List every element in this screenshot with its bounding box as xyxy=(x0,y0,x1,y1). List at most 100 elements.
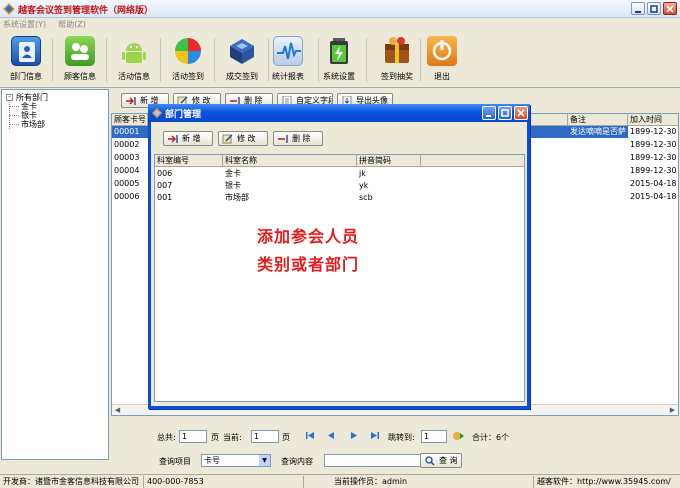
scroll-left-icon[interactable]: ◀ xyxy=(113,406,122,415)
annotation-text: 添加参会人员 xyxy=(257,227,360,246)
table-cell[interactable]: 1899-12-30 00 xyxy=(628,139,678,151)
customer-icon xyxy=(65,36,95,66)
toolbar-checkin-button[interactable]: 活动签到 xyxy=(162,34,214,86)
current-label: 当前: xyxy=(223,433,242,442)
table-cell[interactable]: 006 xyxy=(155,168,223,180)
column-header-join-time[interactable]: 加入时间 xyxy=(628,114,678,126)
table-cell[interactable]: 00006 xyxy=(112,191,148,203)
annotation-text: 类别或者部门 xyxy=(257,255,360,274)
table-cell[interactable]: 00005 xyxy=(112,178,148,190)
dialog-title: 部门管理 xyxy=(165,110,202,120)
department-tree[interactable]: - 所有部门 金卡 银卡 市场部 xyxy=(1,89,109,460)
app-window: 越客会议签到管理软件（网络版） 系统设置(Y) 帮助(Z) 部门信息 顾客信息 … xyxy=(0,0,680,488)
table-cell[interactable]: 1899-12-30 00 xyxy=(628,152,678,164)
table-cell[interactable]: 1899-12-30 00 xyxy=(628,165,678,177)
table-cell[interactable]: 2015-04-18 16 xyxy=(628,191,678,203)
battery-icon xyxy=(324,36,354,66)
table-cell[interactable]: 00003 xyxy=(112,152,148,164)
menu-help[interactable]: 帮助(Z) xyxy=(58,18,86,32)
dialog-title-bar[interactable]: 部门管理 xyxy=(148,104,530,122)
toolbar-divider xyxy=(160,38,161,82)
dialog-add-button[interactable]: 新 增 xyxy=(163,131,213,146)
maximize-button[interactable] xyxy=(647,2,661,15)
deal-icon xyxy=(227,36,257,66)
table-cell[interactable]: scb xyxy=(357,192,421,204)
table-cell[interactable]: yk xyxy=(357,180,421,192)
tree-connector xyxy=(9,124,19,125)
toolbar-divider xyxy=(52,38,53,82)
column-header-note[interactable]: 备注 xyxy=(568,114,628,126)
button-label: 修 改 xyxy=(237,134,256,143)
search-button[interactable]: 查 询 xyxy=(420,453,462,468)
column-header-dept-code[interactable]: 科室编号 xyxy=(155,155,223,167)
button-label: 查 询 xyxy=(439,456,458,465)
scroll-right-icon[interactable]: ▶ xyxy=(668,406,677,415)
current-page-field[interactable]: 1 xyxy=(251,430,279,443)
toolbar-divider xyxy=(366,38,367,82)
phone-info: 400-000-7853 xyxy=(144,476,304,488)
column-header-pinyin[interactable]: 拼音简码 xyxy=(357,155,421,167)
toolbar-label: 系统设置 xyxy=(323,72,355,81)
toolbar-department-button[interactable]: 部门信息 xyxy=(0,34,52,86)
pager-search-area: 总共: 1 页 当前: 1 页 跳转到: 1 合计：6个 查询项目 卡号 ▼ 查询… xyxy=(111,427,679,468)
column-header-dept-name[interactable]: 科室名称 xyxy=(223,155,357,167)
table-cell[interactable]: 00001 xyxy=(112,126,148,138)
table-cell[interactable]: 市场部 xyxy=(223,192,357,204)
table-cell[interactable]: 金卡 xyxy=(223,168,357,180)
query-item-value: 卡号 xyxy=(204,456,220,465)
toolbar-label: 顾客信息 xyxy=(64,72,96,81)
table-cell[interactable]: jk xyxy=(357,168,421,180)
software-info: 越客软件：http://www.35945.com/ xyxy=(537,477,671,486)
button-label: 新 增 xyxy=(182,134,201,143)
window-title: 越客会议签到管理软件（网络版） xyxy=(18,6,154,16)
minimize-button[interactable] xyxy=(631,2,645,15)
toolbar-exit-button[interactable]: 退出 xyxy=(416,34,468,86)
query-content-input[interactable] xyxy=(324,454,432,467)
dialog-close-button[interactable] xyxy=(514,106,528,120)
page-unit-label: 页 xyxy=(282,433,290,442)
toolbar-settings-button[interactable]: 系统设置 xyxy=(312,34,366,86)
next-page-icon[interactable] xyxy=(349,431,358,440)
table-cell[interactable]: 00002 xyxy=(112,139,148,151)
button-label: 删 除 xyxy=(292,134,311,143)
add-icon xyxy=(168,135,178,143)
total-pages-field[interactable]: 1 xyxy=(179,430,207,443)
lottery-icon xyxy=(382,36,412,66)
toolbar-label: 退出 xyxy=(434,72,450,81)
query-item-select[interactable]: 卡号 ▼ xyxy=(201,454,271,467)
table-cell[interactable]: 007 xyxy=(155,180,223,192)
previous-page-icon[interactable] xyxy=(327,431,336,440)
table-cell[interactable]: 发达嘀嘀是否萨 xyxy=(568,126,628,138)
first-page-icon[interactable] xyxy=(306,431,315,440)
department-icon xyxy=(11,36,41,66)
dialog-maximize-button[interactable] xyxy=(498,106,512,120)
tree-item[interactable]: 市场部 xyxy=(21,119,45,130)
dialog-delete-button[interactable]: 删 除 xyxy=(273,131,323,146)
toolbar-label: 统计报表 xyxy=(272,72,304,81)
go-icon[interactable] xyxy=(452,430,464,442)
table-cell[interactable]: 001 xyxy=(155,192,223,204)
developer-info: 开发商：诸暨市金客信息科技有限公司 xyxy=(0,476,144,488)
dialog-minimize-button[interactable] xyxy=(482,106,496,120)
query-item-label: 查询项目 xyxy=(159,457,191,466)
close-button[interactable] xyxy=(663,2,677,15)
exit-icon xyxy=(427,36,457,66)
chevron-down-icon[interactable]: ▼ xyxy=(259,455,270,466)
table-cell[interactable]: 1899-12-30 00 xyxy=(628,126,678,138)
last-page-icon[interactable] xyxy=(370,431,379,440)
toolbar-activity-button[interactable]: 活动信息 xyxy=(108,34,160,86)
jump-page-field[interactable]: 1 xyxy=(421,430,447,443)
menu-system-settings[interactable]: 系统设置(Y) xyxy=(3,18,46,32)
column-header-card-number[interactable]: 顾客卡号 xyxy=(112,114,148,126)
checkin-icon xyxy=(173,36,203,66)
search-icon xyxy=(425,456,435,466)
table-cell[interactable]: 2015-04-18 15 xyxy=(628,178,678,190)
dialog-edit-button[interactable]: 修 改 xyxy=(218,131,268,146)
table-cell[interactable]: 00004 xyxy=(112,165,148,177)
tree-collapse-toggle[interactable]: - xyxy=(6,94,13,101)
maximize-icon xyxy=(501,109,509,117)
table-cell[interactable]: 银卡 xyxy=(223,180,357,192)
toolbar-customer-button[interactable]: 顾客信息 xyxy=(54,34,106,86)
toolbar-report-button[interactable]: 统计报表 xyxy=(258,34,318,86)
app-icon xyxy=(3,3,15,15)
